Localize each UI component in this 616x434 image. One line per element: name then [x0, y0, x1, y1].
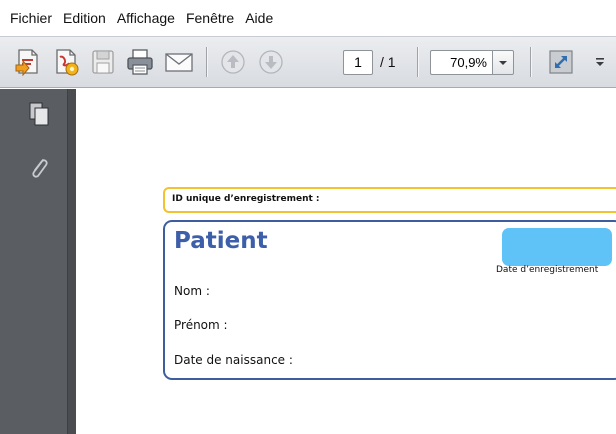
create-pdf-icon[interactable] [50, 46, 82, 78]
sidebar-splitter[interactable] [68, 89, 76, 434]
patient-section: Patient Date d’enregistrement Nom : Prén… [163, 220, 616, 380]
patient-title: Patient [174, 228, 268, 254]
save-icon[interactable] [87, 46, 119, 78]
print-icon[interactable] [124, 46, 156, 78]
navigation-sidebar [0, 89, 68, 434]
page-total-label: / 1 [380, 54, 396, 70]
chevron-down-icon [499, 60, 507, 65]
fit-page-icon[interactable] [544, 46, 578, 78]
email-icon[interactable] [162, 46, 196, 78]
date-label: Date d’enregistrement [496, 265, 599, 275]
next-page-icon[interactable] [255, 46, 287, 78]
menu-fichier[interactable]: Fichier [4, 0, 57, 36]
field-prenom: Prénom : [174, 318, 228, 332]
menu-aide[interactable]: Aide [239, 0, 278, 36]
document-page: ID unique d’enregistrement : Patient Dat… [76, 89, 616, 434]
field-naissance: Date de naissance : [174, 353, 293, 367]
page-number-input[interactable]: 1 [343, 50, 373, 75]
toolbar: 1 / 1 70,9% [0, 36, 616, 88]
menu-edition[interactable]: Edition [57, 0, 111, 36]
menu-fenetre[interactable]: Fenêtre [180, 0, 239, 36]
date-badge [502, 228, 612, 266]
id-label: ID unique d’enregistrement : [172, 194, 320, 204]
zoom-dropdown-button[interactable] [492, 50, 514, 75]
more-tools-icon[interactable] [590, 46, 610, 78]
pages-panel-icon[interactable] [28, 101, 50, 127]
zoom-input[interactable]: 70,9% [430, 50, 492, 75]
toolbar-separator [530, 47, 531, 77]
previous-page-icon[interactable] [217, 46, 249, 78]
open-file-icon[interactable] [12, 46, 44, 78]
toolbar-separator [417, 47, 418, 77]
field-nom: Nom : [174, 284, 210, 298]
id-field: ID unique d’enregistrement : [163, 187, 616, 213]
menu-affichage[interactable]: Affichage [111, 0, 180, 36]
menu-bar: Fichier Edition Affichage Fenêtre Aide [0, 0, 616, 36]
attachments-icon[interactable] [28, 155, 50, 181]
toolbar-separator [206, 47, 207, 77]
